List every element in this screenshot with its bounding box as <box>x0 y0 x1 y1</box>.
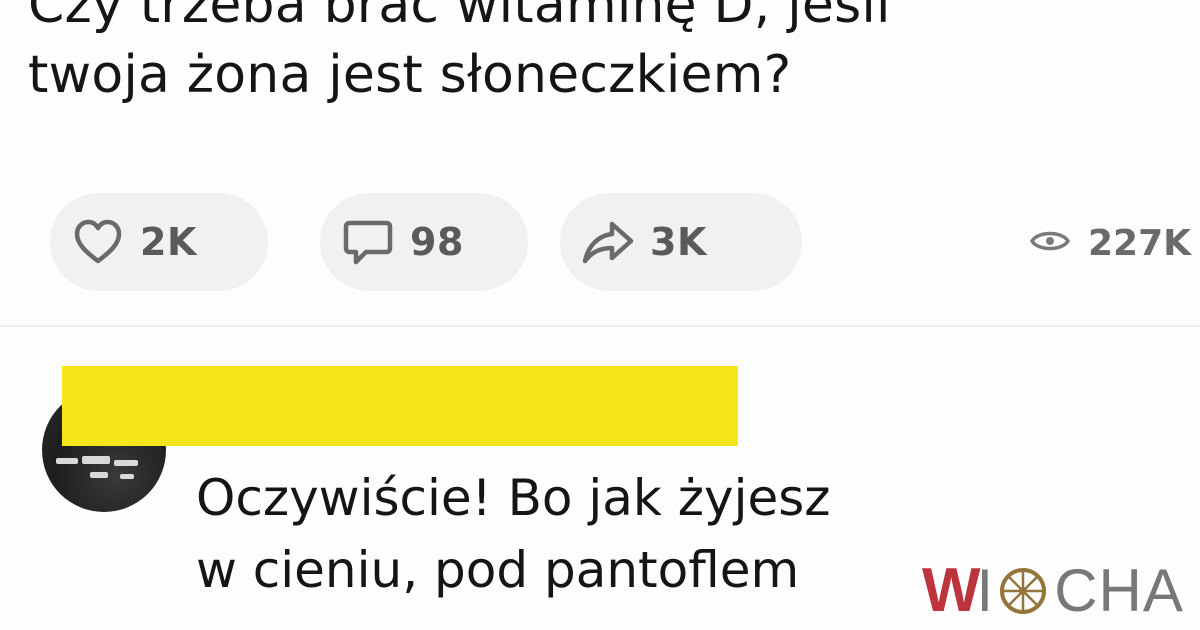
eye-icon <box>1029 226 1071 260</box>
views-indicator: 227K <box>1029 218 1192 268</box>
wheel-icon <box>998 566 1048 616</box>
watermark-letter-i: I <box>976 557 995 624</box>
share-count: 3K <box>650 220 707 264</box>
views-count: 227K <box>1088 222 1192 264</box>
share-arrow-icon <box>580 214 636 270</box>
avatar-detail <box>114 460 138 466</box>
speech-bubble-icon <box>340 214 396 270</box>
post-text-line: twoja żona jest słoneczkiem? <box>28 45 792 105</box>
share-button[interactable]: 3K <box>560 193 802 291</box>
watermark-letter-w: W <box>922 556 980 625</box>
like-button[interactable]: 2K <box>50 193 268 291</box>
like-count: 2K <box>140 220 197 264</box>
section-divider <box>0 325 1200 327</box>
avatar-detail <box>90 472 108 478</box>
post-text-line: Czy trzeba brać witaminę D, jeśli <box>28 0 891 35</box>
comment-text-line: Oczywiście! Bo jak żyjesz <box>196 469 831 527</box>
avatar-detail <box>120 474 134 479</box>
post-text: Czy trzeba brać witaminę D, jeśli twoja … <box>28 0 1178 110</box>
heart-icon <box>70 214 126 270</box>
screenshot-page: Czy trzeba brać witaminę D, jeśli twoja … <box>0 0 1200 630</box>
avatar-detail <box>82 456 110 464</box>
wiocha-watermark-logo: W I CHA <box>922 556 1184 626</box>
comment-count: 98 <box>410 220 464 264</box>
author-name-redaction <box>62 366 738 446</box>
avatar-detail <box>56 458 78 464</box>
watermark-letters-cha: CHA <box>1054 557 1184 624</box>
comment-button[interactable]: 98 <box>320 193 528 291</box>
